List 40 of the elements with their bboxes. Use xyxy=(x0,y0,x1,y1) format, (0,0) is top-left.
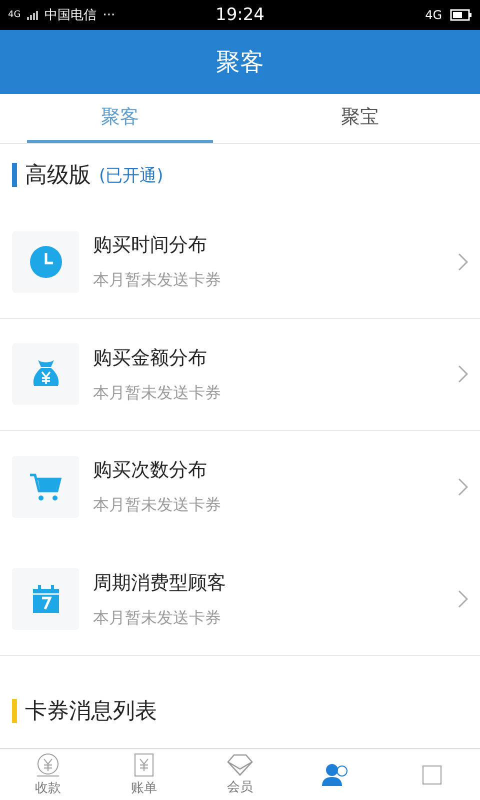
shopping-cart-icon xyxy=(28,472,62,502)
item-subtitle: 本月暂未发送卡券 xyxy=(93,608,222,629)
chevron-right-icon xyxy=(458,478,468,496)
list-item[interactable]: 购买次数分布 本月暂未发送卡券 xyxy=(0,431,480,544)
chevron-right-icon xyxy=(458,590,468,608)
item-subtitle: 本月暂未发送卡券 xyxy=(93,382,222,404)
nav-tab[interactable]: 收款 xyxy=(0,749,96,800)
more-notifications: ··· xyxy=(102,8,116,22)
item-title: 周期消费型顾客 xyxy=(93,570,227,596)
section-title: 卡券消息列表 xyxy=(25,698,157,726)
nav-tab[interactable]: 会员 xyxy=(192,749,288,800)
tab[interactable]: 聚宝 xyxy=(267,94,453,143)
item-subtitle: 本月暂未发送卡券 xyxy=(93,495,222,516)
list-item[interactable]: 购买金额分布 本月暂未发送卡券 xyxy=(0,318,480,431)
chevron-right-icon xyxy=(458,365,468,384)
network-type: 4G xyxy=(8,10,21,20)
nav-tab[interactable]: 账单 xyxy=(96,749,192,800)
item-title: 购买时间分布 xyxy=(93,233,208,258)
list-item[interactable]: 购买时间分布 本月暂未发送卡券 xyxy=(0,206,480,318)
status-note: (已开通) xyxy=(99,164,164,186)
item-subtitle: 本月暂未发送卡券 xyxy=(93,270,222,292)
page-title: 聚客 xyxy=(216,47,264,78)
diamond-icon xyxy=(226,754,254,776)
carrier-name: 中国电信 xyxy=(44,7,97,24)
chevron-right-icon xyxy=(458,252,468,271)
yen-coin-icon xyxy=(35,752,61,776)
list-item[interactable]: 周期消费型顾客 本月暂未发送卡券 xyxy=(0,544,480,656)
item-title: 购买金额分布 xyxy=(93,346,208,371)
battery-icon xyxy=(450,9,472,21)
item-title: 购买次数分布 xyxy=(93,458,208,484)
section-marker xyxy=(12,699,17,723)
section-title: 高级版 xyxy=(25,162,91,190)
bill-icon xyxy=(132,752,156,776)
calendar-icon xyxy=(30,584,60,614)
clock-time: 19:24 xyxy=(216,5,264,25)
section-marker xyxy=(12,163,17,187)
clock-icon xyxy=(28,244,62,279)
signal-icon xyxy=(26,10,39,20)
mobile-data: 4G xyxy=(425,8,442,22)
box-icon xyxy=(420,762,444,786)
